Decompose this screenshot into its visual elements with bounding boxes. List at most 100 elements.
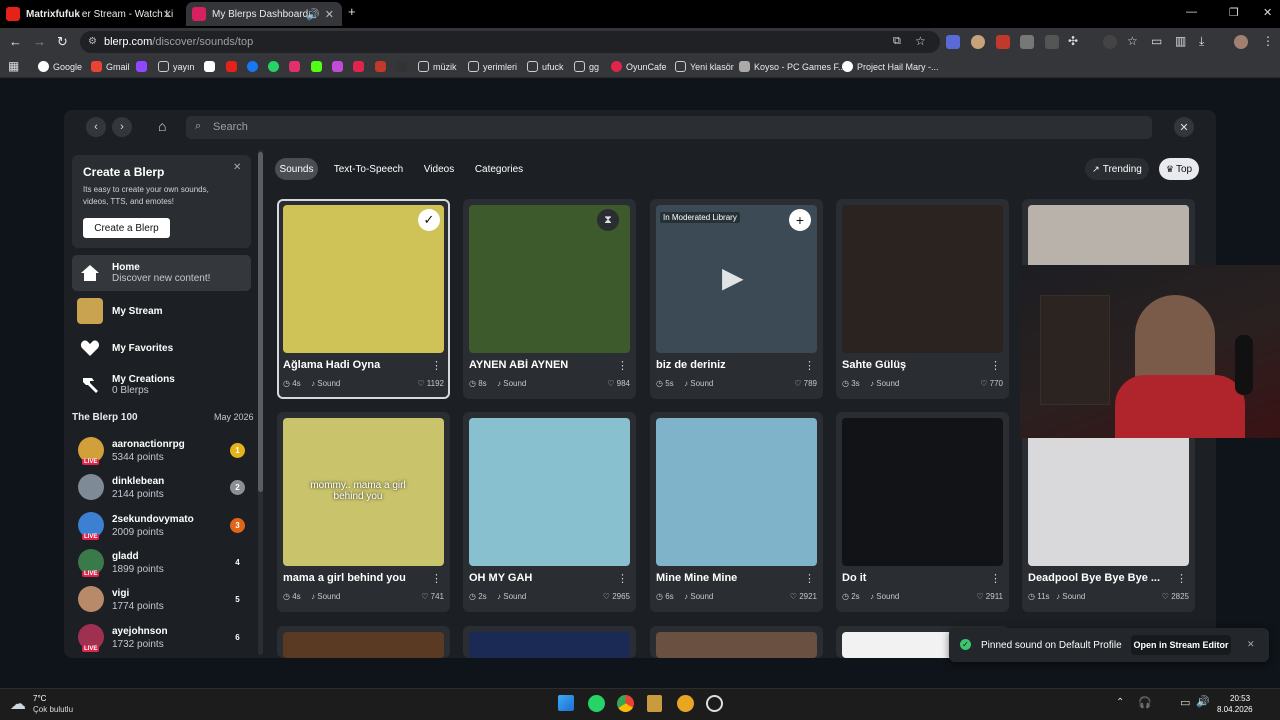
sound-card[interactable]: ⧗ AYNEN ABİ AYNEN ⋮ ◷ 8s ♪ Sound ♡ 984 xyxy=(463,199,636,399)
bookmark-muzik[interactable]: müzik xyxy=(418,61,457,72)
favorites-icon[interactable]: ☆ xyxy=(1127,34,1138,48)
sound-thumbnail[interactable] xyxy=(469,418,630,566)
sound-card[interactable]: Do it ⋮ ◷ 2s ♪ Sound ♡ 2911 xyxy=(836,412,1009,612)
clock-time[interactable]: 20:53 xyxy=(1230,694,1250,703)
obs-taskbar-icon[interactable] xyxy=(706,695,723,712)
tab-text-to-speech[interactable]: Text-To-Speech xyxy=(329,158,408,180)
apps-grid-icon[interactable]: ▦ xyxy=(8,59,19,73)
likes[interactable]: ♡ 770 xyxy=(980,379,1003,388)
bookmark-google[interactable]: Google xyxy=(38,61,82,72)
create-blerp-button[interactable]: Create a Blerp xyxy=(83,218,170,238)
sound-card[interactable]: Mine Mine Mine ⋮ ◷ 6s ♪ Sound ♡ 2921 xyxy=(650,412,823,612)
new-tab-button[interactable]: + xyxy=(348,4,356,19)
leaderboard-row[interactable]: LIVE 2sekundovymato 2009 points 3 xyxy=(76,511,248,544)
tab-categories[interactable]: Categories xyxy=(470,158,528,180)
league-taskbar-icon[interactable] xyxy=(647,695,662,712)
likes[interactable]: ♡ 984 xyxy=(607,379,630,388)
more-options-icon[interactable]: ⋮ xyxy=(990,359,1001,372)
close-card-icon[interactable]: ✕ xyxy=(233,162,241,173)
open-stream-editor-button[interactable]: Open in Stream Editor xyxy=(1131,635,1231,655)
sound-card[interactable] xyxy=(277,626,450,658)
more-options-icon[interactable]: ⋮ xyxy=(431,572,442,585)
search-input[interactable]: ⌕ Search xyxy=(186,116,1152,139)
sound-title[interactable]: Mine Mine Mine xyxy=(656,572,806,584)
audio-playing-icon[interactable]: 🔊 xyxy=(306,8,320,21)
bookmark-yeni-klasor[interactable]: Yeni klasör xyxy=(675,61,734,72)
nav-back-button[interactable]: ‹ xyxy=(86,117,106,137)
url-text[interactable]: blerp.com/discover/sounds/top xyxy=(104,36,253,48)
tab-blerp-dashboard[interactable]: My Blerps Dashboard 🔊 ✕ xyxy=(186,2,342,26)
chrome-taskbar-icon[interactable] xyxy=(617,695,634,712)
sound-card[interactable]: ✓ Ağlama Hadi Oyna ⋮ ◷ 4s ♪ Sound ♡ 1192 xyxy=(277,199,450,399)
play-icon[interactable]: ▶ xyxy=(722,261,744,294)
media-icon[interactable]: ▭ xyxy=(1151,34,1162,48)
sidebar-scroll-thumb[interactable] xyxy=(258,152,263,492)
close-tab-icon[interactable]: ✕ xyxy=(163,8,172,21)
likes[interactable]: ♡ 2921 xyxy=(790,592,817,601)
messenger-taskbar-icon[interactable] xyxy=(677,695,694,712)
extension-icon-4[interactable] xyxy=(1020,35,1034,49)
clock-date[interactable]: 8.04.2026 xyxy=(1217,705,1253,714)
extension-icon-5[interactable] xyxy=(1045,35,1059,49)
bookmark-project-hail-mary[interactable]: Project Hail Mary -... xyxy=(842,61,939,72)
sound-title[interactable]: Sahte Gülüş xyxy=(842,359,992,371)
bookmark-twitch[interactable] xyxy=(136,61,151,72)
tray-chevron-icon[interactable]: ⌃ xyxy=(1116,697,1124,708)
likes[interactable]: ♡ 2825 xyxy=(1162,592,1189,601)
home-icon[interactable]: ⌂ xyxy=(158,118,166,134)
bookmark-instagram[interactable] xyxy=(289,61,304,72)
more-options-icon[interactable]: ⋮ xyxy=(804,572,815,585)
forward-icon[interactable]: → xyxy=(33,34,46,49)
bookmark-gmail[interactable]: Gmail xyxy=(91,61,130,72)
sidebar-item-my-stream[interactable]: My Stream xyxy=(72,293,251,329)
sound-thumbnail[interactable] xyxy=(656,418,817,566)
sound-thumbnail[interactable] xyxy=(656,632,817,658)
start-icon[interactable] xyxy=(558,695,574,711)
leaderboard-row[interactable]: vigi 1774 points 5 xyxy=(76,586,248,618)
sidebar-item-home[interactable]: Home Discover new content! xyxy=(72,255,251,291)
sound-card[interactable]: OH MY GAH ⋮ ◷ 2s ♪ Sound ♡ 2965 xyxy=(463,412,636,612)
bookmark-gg[interactable]: gg xyxy=(574,61,599,72)
bookmark-x[interactable] xyxy=(204,61,219,72)
extensions-puzzle-icon[interactable]: ✣ xyxy=(1068,34,1078,48)
tab-videos[interactable]: Videos xyxy=(419,158,459,180)
close-tab-icon[interactable]: ✕ xyxy=(325,8,334,21)
extension-icon-1[interactable] xyxy=(946,35,960,49)
bookmark-koyso[interactable]: Koyso - PC Games F... xyxy=(739,61,846,72)
close-modal-button[interactable]: ✕ xyxy=(1174,117,1194,137)
tab-sounds[interactable]: Sounds xyxy=(275,158,318,180)
back-icon[interactable]: ← xyxy=(9,34,22,49)
bookmark-ext2[interactable] xyxy=(353,61,368,72)
likes[interactable]: ♡ 2911 xyxy=(976,592,1003,601)
more-options-icon[interactable]: ⋮ xyxy=(990,572,1001,585)
likes[interactable]: ♡ 2965 xyxy=(603,592,630,601)
sound-card[interactable]: mommy.. mama a girl behind you mama a gir… xyxy=(277,412,450,612)
leaderboard-row[interactable]: LIVE ayejohnson 1732 points 6 xyxy=(76,623,248,656)
sound-thumbnail[interactable] xyxy=(469,632,630,658)
hourglass-icon[interactable]: ⧗ xyxy=(597,209,619,231)
check-icon[interactable]: ✓ xyxy=(418,209,440,231)
sound-title[interactable]: mama a girl behind you xyxy=(283,572,433,584)
leaderboard-row[interactable]: dinklebean 2144 points 2 xyxy=(76,474,248,506)
nav-forward-button[interactable]: › xyxy=(112,117,132,137)
toast-close-icon[interactable]: ✕ xyxy=(1247,639,1255,650)
volume-icon[interactable]: 🔊 xyxy=(1196,695,1210,708)
headset-icon[interactable]: 🎧 xyxy=(1138,696,1152,709)
likes[interactable]: ♡ 741 xyxy=(421,592,444,601)
bookmark-youtube[interactable] xyxy=(226,61,241,72)
leaderboard-row[interactable]: LIVE gladd 1899 points 4 xyxy=(76,548,248,581)
bookmark-kick[interactable] xyxy=(311,61,326,72)
extension-icon-6[interactable] xyxy=(1103,35,1117,49)
tab-stream[interactable]: Matrixfufuk er Stream - Watch Li ✕ xyxy=(0,2,180,26)
more-options-icon[interactable]: ⋮ xyxy=(804,359,815,372)
sound-card[interactable]: + In Moderated Library ▶ biz de deriniz ⋮ ◷ 5… xyxy=(650,199,823,399)
site-info-icon[interactable]: ⚙ xyxy=(88,36,97,47)
network-icon[interactable]: ▭ xyxy=(1180,696,1190,709)
sound-card[interactable] xyxy=(463,626,636,658)
extension-icon-2[interactable] xyxy=(971,35,985,49)
sound-title[interactable]: OH MY GAH xyxy=(469,572,619,584)
leaderboard-row[interactable]: LIVE aaronactionrpg 5344 points 1 xyxy=(76,437,248,469)
sound-title[interactable]: Ağlama Hadi Oyna xyxy=(283,359,433,371)
side-panel-icon[interactable]: ▥ xyxy=(1175,34,1186,48)
sidebar-item-my-creations[interactable]: My Creations 0 Blerps xyxy=(72,367,251,403)
